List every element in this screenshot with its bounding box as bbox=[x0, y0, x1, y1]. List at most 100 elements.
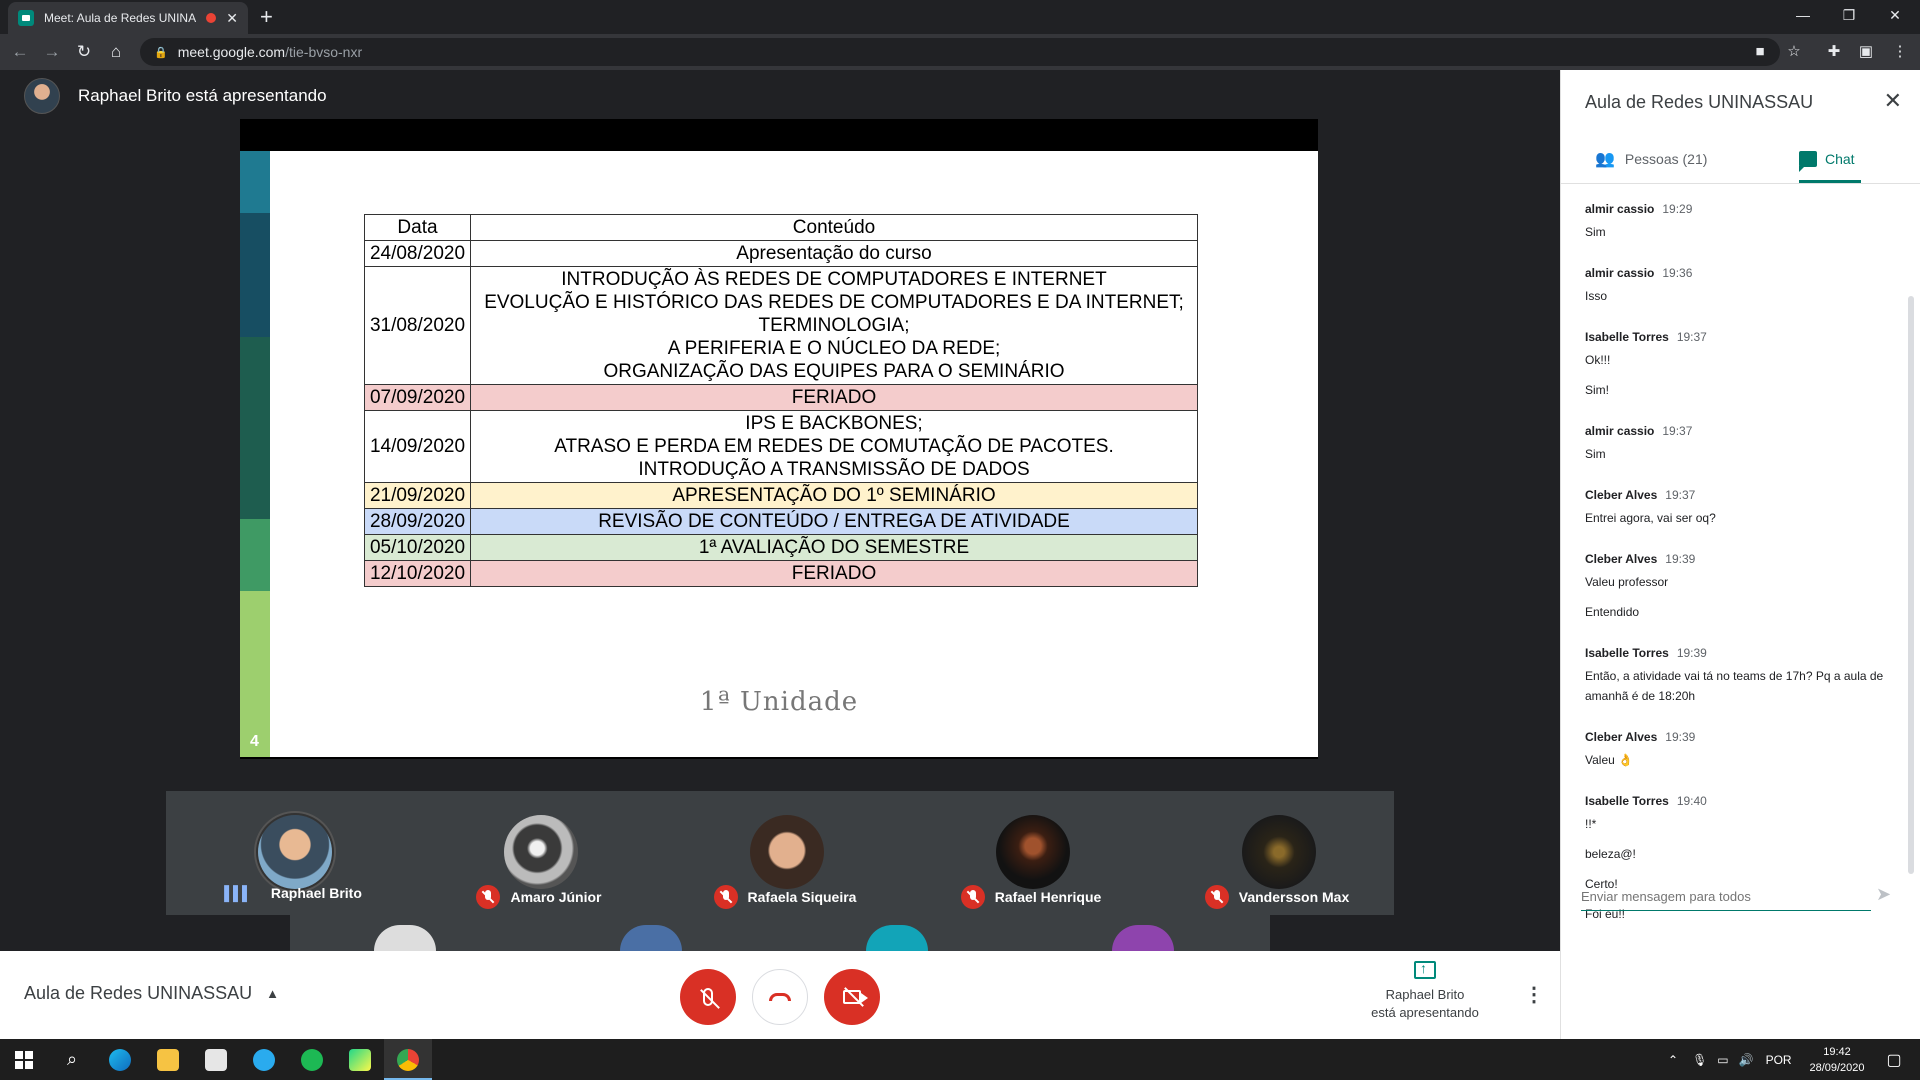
send-icon[interactable]: ➤ bbox=[1876, 884, 1891, 905]
chat-message: Cleber Alves 19:39 Valeu professor Entendid… bbox=[1585, 552, 1885, 622]
minimize-button[interactable]: — bbox=[1780, 0, 1826, 30]
taskbar-edge[interactable] bbox=[96, 1039, 144, 1080]
participant-name-row: ▌▌▌ Raphael Brito bbox=[170, 885, 416, 901]
taskbar-telegram[interactable] bbox=[240, 1039, 288, 1080]
chat-text: Sim bbox=[1585, 447, 1606, 461]
chat-scrollbar[interactable] bbox=[1908, 296, 1914, 874]
meeting-details-toggle[interactable]: Aula de Redes UNINASSAU ▲ bbox=[24, 983, 279, 1004]
taskbar-pycharm[interactable] bbox=[336, 1039, 384, 1080]
chat-timestamp: 19:39 bbox=[1665, 730, 1696, 744]
presentation-slide: 4 Data Conteúdo 24/08/2020 Apresentação d… bbox=[240, 151, 1318, 757]
participant-tile[interactable]: Rafael Henrique bbox=[908, 791, 1154, 915]
avatar[interactable] bbox=[1112, 925, 1174, 951]
participant-tile[interactable]: Amaro Júnior bbox=[416, 791, 662, 915]
bookmark-star-icon[interactable]: ☆ bbox=[1784, 42, 1804, 62]
avatar[interactable] bbox=[866, 925, 928, 951]
divider bbox=[1561, 183, 1920, 184]
screen: Meet: Aula de Redes UNINA ✕ + — ❐ ✕ ← → … bbox=[0, 0, 1920, 1080]
volume-icon[interactable]: 🔊 bbox=[1739, 1053, 1754, 1067]
chat-compose bbox=[1581, 888, 1871, 911]
restore-button[interactable]: ❐ bbox=[1826, 0, 1872, 30]
tab-chat[interactable]: Chat bbox=[1799, 146, 1855, 172]
back-button[interactable]: ← bbox=[8, 40, 32, 64]
chat-message-input[interactable] bbox=[1581, 889, 1851, 904]
close-tab-icon[interactable]: ✕ bbox=[226, 10, 238, 27]
system-tray: ⌃ 🎙 ▭ 🔊 POR bbox=[1668, 1039, 1792, 1080]
taskbar-explorer[interactable] bbox=[144, 1039, 192, 1080]
profile-avatar-icon[interactable]: ▣ bbox=[1856, 42, 1876, 62]
browser-tab[interactable]: Meet: Aula de Redes UNINA ✕ bbox=[8, 2, 248, 34]
chevron-up-icon: ▲ bbox=[266, 986, 279, 1001]
chrome-menu-icon[interactable]: ⋮ bbox=[1890, 42, 1910, 62]
chat-author: Isabelle Torres bbox=[1585, 646, 1669, 660]
notification-icon: ▢ bbox=[1886, 1051, 1902, 1069]
chat-author: Cleber Alves bbox=[1585, 730, 1658, 744]
row-content: IPS E BACKBONES; ATRASO E PERDA EM REDES … bbox=[470, 410, 1198, 483]
close-panel-icon[interactable]: ✕ bbox=[1884, 88, 1902, 114]
avatar bbox=[258, 815, 332, 889]
tab-chat-label: Chat bbox=[1825, 151, 1855, 167]
input-language[interactable]: POR bbox=[1766, 1053, 1792, 1067]
taskbar-chrome[interactable] bbox=[384, 1039, 432, 1080]
avatar[interactable] bbox=[620, 925, 682, 951]
address-bar[interactable]: 🔒 meet.google.com/tie-bvso-nxr bbox=[140, 38, 1780, 66]
taskbar-clock[interactable]: 19:42 28/09/2020 bbox=[1800, 1044, 1874, 1076]
tab-people[interactable]: 👥 Pessoas (21) bbox=[1595, 146, 1707, 172]
table-row: 12/10/2020 FERIADO bbox=[364, 560, 1198, 587]
more-options-icon[interactable]: ⋮ bbox=[1524, 985, 1544, 1005]
chat-timestamp: 19:37 bbox=[1676, 330, 1707, 344]
taskbar-store[interactable] bbox=[192, 1039, 240, 1080]
network-icon[interactable]: ▭ bbox=[1717, 1053, 1728, 1067]
folder-icon bbox=[157, 1048, 179, 1071]
people-icon: 👥 bbox=[1595, 151, 1615, 168]
close-window-button[interactable]: ✕ bbox=[1872, 0, 1918, 30]
row-date: 31/08/2020 bbox=[364, 266, 471, 385]
avatar[interactable] bbox=[374, 925, 436, 951]
forward-button[interactable]: → bbox=[40, 40, 64, 64]
extensions-icon[interactable]: ✚ bbox=[1824, 42, 1844, 62]
row-content: FERIADO bbox=[470, 560, 1198, 587]
search-button[interactable]: ⌕ bbox=[48, 1039, 96, 1080]
row-content: INTRODUÇÃO ÀS REDES DE COMPUTADORES E IN… bbox=[470, 266, 1198, 385]
participant-tile[interactable]: Vandersson Max bbox=[1154, 791, 1400, 915]
chat-timestamp: 19:39 bbox=[1676, 646, 1707, 660]
taskbar-spotify[interactable] bbox=[288, 1039, 336, 1080]
participant-name: Rafael Henrique bbox=[994, 889, 1102, 905]
microphone-icon[interactable]: 🎙 bbox=[1692, 1053, 1707, 1067]
meeting-stage: Raphael Brito está apresentando 4 Data C… bbox=[0, 70, 1560, 951]
home-button[interactable]: ⌂ bbox=[104, 40, 128, 64]
chat-message-header: almir cassio 19:37 bbox=[1585, 424, 1885, 438]
chat-author: almir cassio bbox=[1585, 424, 1655, 438]
row-content-line: FERIADO bbox=[791, 563, 877, 584]
chat-author: Isabelle Torres bbox=[1585, 330, 1669, 344]
browser-toolbar: ← → ↻ ⌂ 🔒 meet.google.com/tie-bvso-nxr ■… bbox=[0, 34, 1920, 70]
presenting-status[interactable]: Raphael Brito está apresentando bbox=[1360, 959, 1490, 1022]
row-content-line: REVISÃO DE CONTEÚDO / ENTREGA DE ATIVIDA… bbox=[598, 511, 1070, 532]
leave-call-button[interactable] bbox=[752, 969, 808, 1025]
chat-text: Sim! bbox=[1585, 383, 1609, 397]
reload-button[interactable]: ↻ bbox=[72, 40, 96, 64]
participant-tile[interactable]: ▌▌▌ Raphael Brito bbox=[170, 791, 416, 915]
browser-tabstrip: Meet: Aula de Redes UNINA ✕ + — ❐ ✕ bbox=[0, 0, 1920, 34]
row-content-line: INTRODUÇÃO A TRANSMISSÃO DE DADOS bbox=[638, 459, 1030, 480]
chat-author: Cleber Alves bbox=[1585, 488, 1658, 502]
store-icon bbox=[205, 1048, 227, 1071]
row-content-line: TERMINOLOGIA; bbox=[758, 315, 910, 336]
camera-in-use-icon[interactable]: ■ bbox=[1750, 42, 1770, 62]
toggle-camera-button[interactable] bbox=[824, 969, 880, 1025]
new-tab-button[interactable]: + bbox=[260, 6, 273, 28]
participant-tile[interactable]: Rafaela Siqueira bbox=[662, 791, 908, 915]
toggle-microphone-button[interactable] bbox=[680, 969, 736, 1025]
participant-name: Vandersson Max bbox=[1238, 889, 1350, 905]
meeting-title: Aula de Redes UNINASSAU bbox=[24, 983, 253, 1003]
show-hidden-icons-icon[interactable]: ⌃ bbox=[1668, 1053, 1678, 1067]
mic-muted-icon bbox=[713, 885, 738, 909]
chat-text: Valeu professor bbox=[1585, 575, 1669, 589]
chat-message: almir cassio 19:36 Isso bbox=[1585, 266, 1885, 306]
avatar bbox=[996, 815, 1070, 889]
windows-icon bbox=[15, 1050, 33, 1069]
avatar bbox=[504, 815, 578, 889]
start-button[interactable] bbox=[0, 1039, 48, 1080]
notifications-button[interactable]: ▢ bbox=[1870, 1039, 1918, 1080]
row-content-line: A PERIFERIA E O NÚCLEO DA REDE; bbox=[667, 338, 1001, 359]
